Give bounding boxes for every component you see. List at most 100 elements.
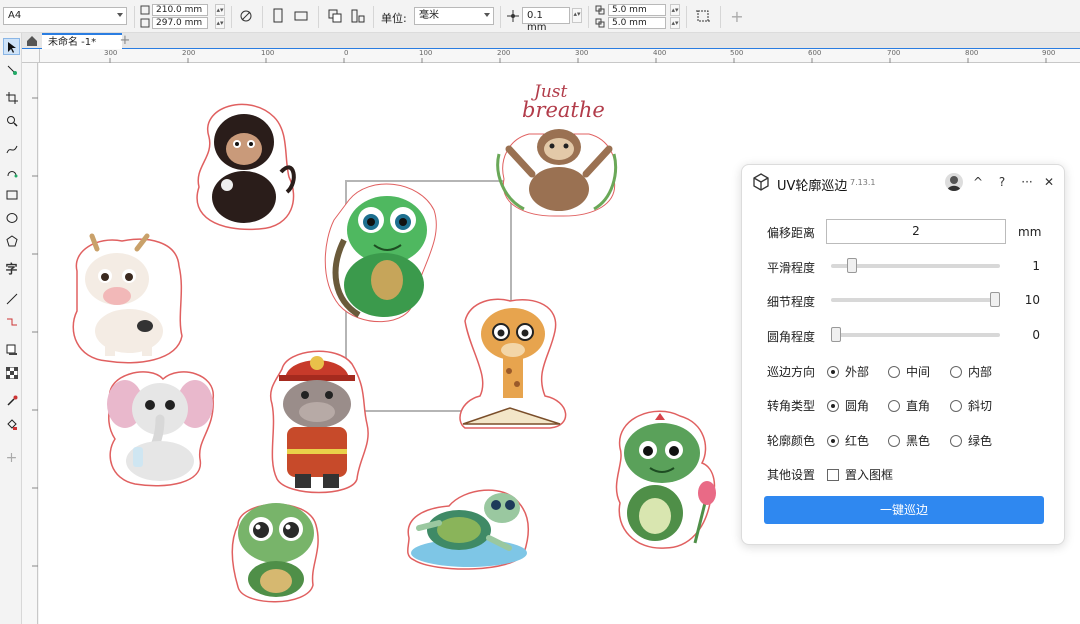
offset-label: 偏移距离 — [767, 226, 816, 240]
elephant-sticker[interactable] — [105, 369, 217, 489]
other-settings-label: 其他设置 — [767, 468, 816, 482]
orientation-lock-icon[interactable] — [238, 8, 254, 24]
offset-unit: mm — [1018, 225, 1042, 239]
shadow-tool-icon[interactable] — [3, 341, 20, 358]
turn-option-square[interactable]: 直角 — [888, 397, 930, 414]
duplicate-x-spin[interactable]: ▴▾ — [670, 4, 680, 16]
chevron-down-icon — [484, 13, 490, 17]
plugin-logo-icon — [752, 173, 770, 191]
turn-option-bevel[interactable]: 斜切 — [950, 397, 992, 414]
ruler-origin[interactable] — [22, 49, 40, 63]
duplicate-y-spin[interactable]: ▴▾ — [670, 17, 680, 29]
connector-tool-icon[interactable] — [3, 313, 20, 330]
nudge-spin-button[interactable]: ▴▾ — [572, 8, 582, 23]
baby-turtle-sticker[interactable] — [228, 495, 324, 607]
new-tab-icon[interactable]: + — [118, 33, 132, 48]
corner-slider[interactable] — [831, 327, 1000, 342]
freehand-tool-icon[interactable] — [3, 140, 20, 157]
hippo-firefighter-sticker[interactable] — [267, 349, 371, 495]
dino-flower-sticker[interactable] — [610, 408, 718, 552]
current-page-icon[interactable] — [349, 8, 367, 24]
landscape-icon[interactable] — [292, 8, 310, 24]
add-tool-icon[interactable]: + — [3, 449, 20, 466]
color-option-green[interactable]: 绿色 — [950, 432, 992, 449]
turn-type-label: 转角类型 — [767, 399, 816, 413]
offset-input[interactable]: 2 — [826, 219, 1006, 244]
radio-label: 圆角 — [845, 399, 870, 413]
sloth-sticker[interactable]: Just breathe — [494, 79, 624, 219]
collapse-icon[interactable]: ^ — [971, 175, 985, 189]
fill-tool-icon[interactable] — [3, 415, 20, 432]
text-tool-icon[interactable]: 字 — [3, 260, 20, 277]
separator — [373, 6, 374, 28]
close-icon[interactable]: ✕ — [1042, 175, 1056, 189]
pick-tool-icon[interactable] — [3, 38, 20, 55]
radio-icon — [950, 399, 962, 412]
direction-option-inner[interactable]: 内部 — [950, 363, 992, 380]
radio-icon — [950, 434, 962, 447]
vertical-ruler[interactable] — [22, 63, 38, 624]
monkey-sticker[interactable] — [189, 97, 299, 231]
artistic-media-icon[interactable] — [3, 163, 20, 180]
place-in-frame-checkbox[interactable]: 置入图框 — [827, 466, 893, 483]
portrait-icon[interactable] — [270, 8, 286, 24]
ellipse-tool-icon[interactable] — [3, 209, 20, 226]
document-tab-bar: 未命名 -1* + — [22, 33, 1080, 49]
corner-slider-thumb[interactable] — [831, 327, 841, 342]
units-select[interactable]: 毫米 — [414, 7, 494, 25]
one-click-outline-button[interactable]: 一键巡边 — [764, 496, 1044, 524]
panel-header: UV轮廓巡边 7.13.1 ^ ? ··· ✕ — [742, 165, 1064, 199]
page-width-value: 210.0 mm — [156, 5, 203, 15]
document-tab[interactable]: 未命名 -1* — [42, 33, 122, 49]
page-width-input[interactable]: 210.0 mm — [152, 4, 208, 16]
turn-option-round[interactable]: 圆角 — [827, 397, 869, 414]
more-icon[interactable]: ··· — [1020, 175, 1034, 189]
line-tool-icon[interactable] — [3, 290, 20, 307]
help-icon[interactable]: ? — [995, 175, 1009, 189]
radio-icon — [827, 399, 839, 412]
direction-option-outer[interactable]: 外部 — [827, 363, 869, 380]
radio-label: 黑色 — [906, 434, 931, 448]
sticker-text-breathe: breathe — [522, 98, 605, 122]
radio-label: 外部 — [845, 365, 870, 379]
separator — [318, 6, 319, 28]
nudge-input[interactable]: 0.1 mm — [522, 7, 570, 33]
rectangle-tool-icon[interactable] — [3, 186, 20, 203]
page-height-input[interactable]: 297.0 mm — [152, 17, 208, 29]
horizontal-ruler[interactable]: 300 200 100 0 100 200 300 400 500 600 70… — [40, 49, 1080, 63]
zoom-tool-icon[interactable] — [3, 112, 20, 129]
add-icon[interactable]: + — [729, 7, 745, 26]
nudge-icon — [506, 9, 520, 23]
checkbox-label: 置入图框 — [845, 468, 894, 482]
uv-outline-panel: UV轮廓巡边 7.13.1 ^ ? ··· ✕ 偏移距离 2 mm 平滑程度 1… — [741, 164, 1065, 545]
cow-sticker[interactable] — [67, 231, 185, 366]
height-icon — [139, 17, 151, 29]
smooth-slider-thumb[interactable] — [847, 258, 857, 273]
duplicate-y-input[interactable]: 5.0 mm — [608, 17, 666, 29]
transparency-tool-icon[interactable] — [3, 364, 20, 381]
detail-slider-thumb[interactable] — [990, 292, 1000, 307]
polygon-tool-icon[interactable] — [3, 232, 20, 249]
detail-value: 10 — [1024, 293, 1040, 307]
direction-option-middle[interactable]: 中间 — [888, 363, 930, 380]
color-option-black[interactable]: 黑色 — [888, 432, 930, 449]
all-pages-icon[interactable] — [326, 8, 344, 24]
avatar[interactable] — [945, 173, 963, 191]
detail-slider[interactable] — [831, 292, 1000, 307]
radio-icon — [950, 365, 962, 378]
crop-tool-icon[interactable] — [3, 89, 20, 106]
green-dino-sticker[interactable] — [319, 180, 447, 328]
home-icon[interactable] — [25, 34, 39, 48]
height-spin-button[interactable]: ▴▾ — [215, 17, 225, 29]
duplicate-x-input[interactable]: 5.0 mm — [608, 4, 666, 16]
eyedropper-tool-icon[interactable] — [3, 392, 20, 409]
paper-size-select[interactable]: A4 — [3, 7, 127, 25]
bleed-frame-icon[interactable] — [694, 7, 712, 25]
shape-tool-icon[interactable] — [3, 61, 20, 78]
corner-value: 0 — [1032, 328, 1040, 342]
giraffe-sticker[interactable] — [455, 296, 571, 430]
width-spin-button[interactable]: ▴▾ — [215, 4, 225, 16]
smooth-slider[interactable] — [831, 258, 1000, 273]
sea-turtle-sticker[interactable] — [404, 478, 534, 574]
color-option-red[interactable]: 红色 — [827, 432, 869, 449]
